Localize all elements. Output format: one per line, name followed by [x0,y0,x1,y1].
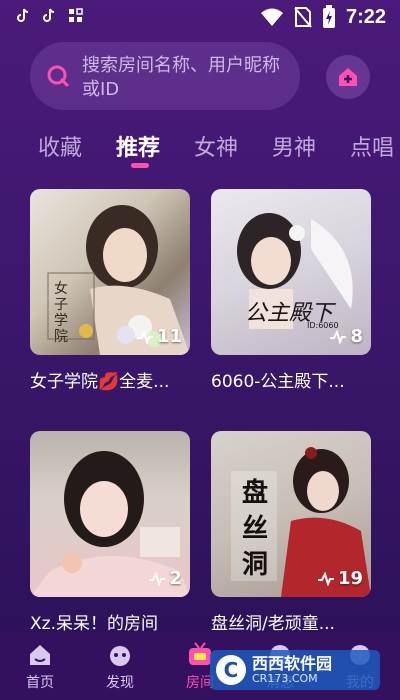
active-tab-indicator [131,163,149,168]
status-time: 7:22 [345,5,386,28]
pulse-icon [136,329,153,344]
battery-charging-icon [322,5,335,28]
listener-count: 8 [329,326,363,347]
listener-count-value: 8 [350,326,363,347]
room-cover: 女子学院 11 [30,189,190,355]
status-system: 7:22 [260,5,386,29]
create-room-button[interactable] [326,55,370,99]
watermark-icon: C [216,655,246,685]
tab-song-request[interactable]: 点唱 [350,130,394,162]
room-cover: 盘丝洞 19 [211,431,371,597]
nav-discover-label: 发现 [106,675,134,691]
room-title: Xz.呆呆！的房间 [30,614,158,634]
room-title: 6060-公主殿下... [211,372,345,392]
watermark-logo: C 西西软件园 CR173.COM [210,650,380,690]
tab-god[interactable]: 男神 [272,130,316,162]
room-card[interactable]: 2 Xz.呆呆！的房间 [30,431,190,634]
nav-home[interactable]: 首页 [10,642,70,692]
home-add-icon [339,68,357,86]
cover-text: 女子学院 [54,281,68,345]
listener-count: 11 [136,326,182,347]
listener-count-value: 11 [156,326,182,347]
cover-text: 盘丝洞 [241,478,268,580]
room-title: 女子学院💋全麦... [30,372,170,392]
home-icon [30,645,50,665]
room-title: 盘丝洞/老顽童... [211,614,335,634]
listener-count-value: 19 [337,568,363,589]
room-card[interactable]: 女子学院 11 女子学院💋全麦... [30,189,190,399]
pulse-icon [317,571,334,586]
category-tabs: 收藏 推荐 女神 男神 点唱 [0,130,400,170]
status-bar: 7:22 [0,0,400,34]
room-card[interactable]: 盘丝洞 19 盘丝洞/老顽童... [211,431,371,634]
nav-home-label: 首页 [26,675,54,691]
search-icon [47,65,69,87]
tiktok-icon [17,8,29,22]
tab-goddess[interactable]: 女神 [194,130,238,162]
search-input[interactable]: 搜索房间名称、用户昵称或ID [30,42,300,110]
tab-recommended[interactable]: 推荐 [116,130,160,162]
nav-discover[interactable]: 发现 [90,642,150,692]
pulse-icon [330,329,347,344]
room-card[interactable]: 公主殿下 ID:6060 8 6060-公主殿下... [211,189,371,399]
search-placeholder: 搜索房间名称、用户昵称或ID [82,55,280,100]
watermark-domain: CR173.COM [252,672,318,685]
tab-favorites[interactable]: 收藏 [38,130,82,162]
grid-apps-icon [69,8,83,22]
room-cover: 公主殿下 ID:6060 8 [211,189,371,355]
discover-icon [110,646,130,666]
listener-count-value: 2 [169,568,182,589]
status-notifications [16,8,84,24]
pulse-icon [149,571,166,586]
room-cover: 2 [30,431,190,597]
no-sim-icon [294,7,312,28]
wifi-icon [260,8,283,26]
tiktok-icon [43,8,55,22]
listener-count: 2 [148,568,182,589]
listener-count: 19 [317,568,363,589]
watermark-name: 西西软件园 [252,654,333,673]
